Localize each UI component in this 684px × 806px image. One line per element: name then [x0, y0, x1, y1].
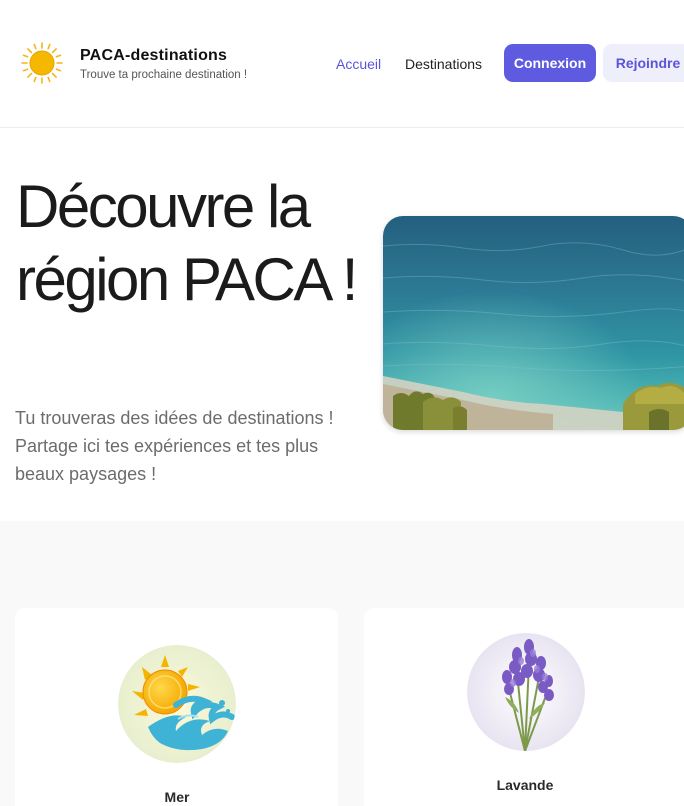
lavender-icon[interactable] [467, 633, 585, 751]
sun-wave-icon[interactable] [118, 645, 236, 763]
join-button[interactable]: Rejoindre [603, 44, 684, 82]
category-label-mer[interactable]: Mer [118, 789, 236, 805]
nav-link-accueil[interactable]: Accueil [336, 56, 381, 72]
sun-icon[interactable] [20, 41, 64, 85]
login-button[interactable]: Connexion [504, 44, 596, 82]
hero-title: Découvre la région PACA ! [16, 173, 358, 313]
hero-subtitle: Tu trouveras des idées de destinations !… [15, 408, 334, 484]
hero-sea-image [383, 216, 684, 430]
nav-link-destinations[interactable]: Destinations [405, 56, 482, 72]
site-header: PACA-destinations Trouve ta prochaine de… [0, 0, 684, 128]
brand-tagline: Trouve ta prochaine destination ! [80, 69, 248, 81]
brand-name[interactable]: PACA-destinations [80, 47, 227, 65]
category-label-lavande[interactable]: Lavande [466, 777, 584, 793]
